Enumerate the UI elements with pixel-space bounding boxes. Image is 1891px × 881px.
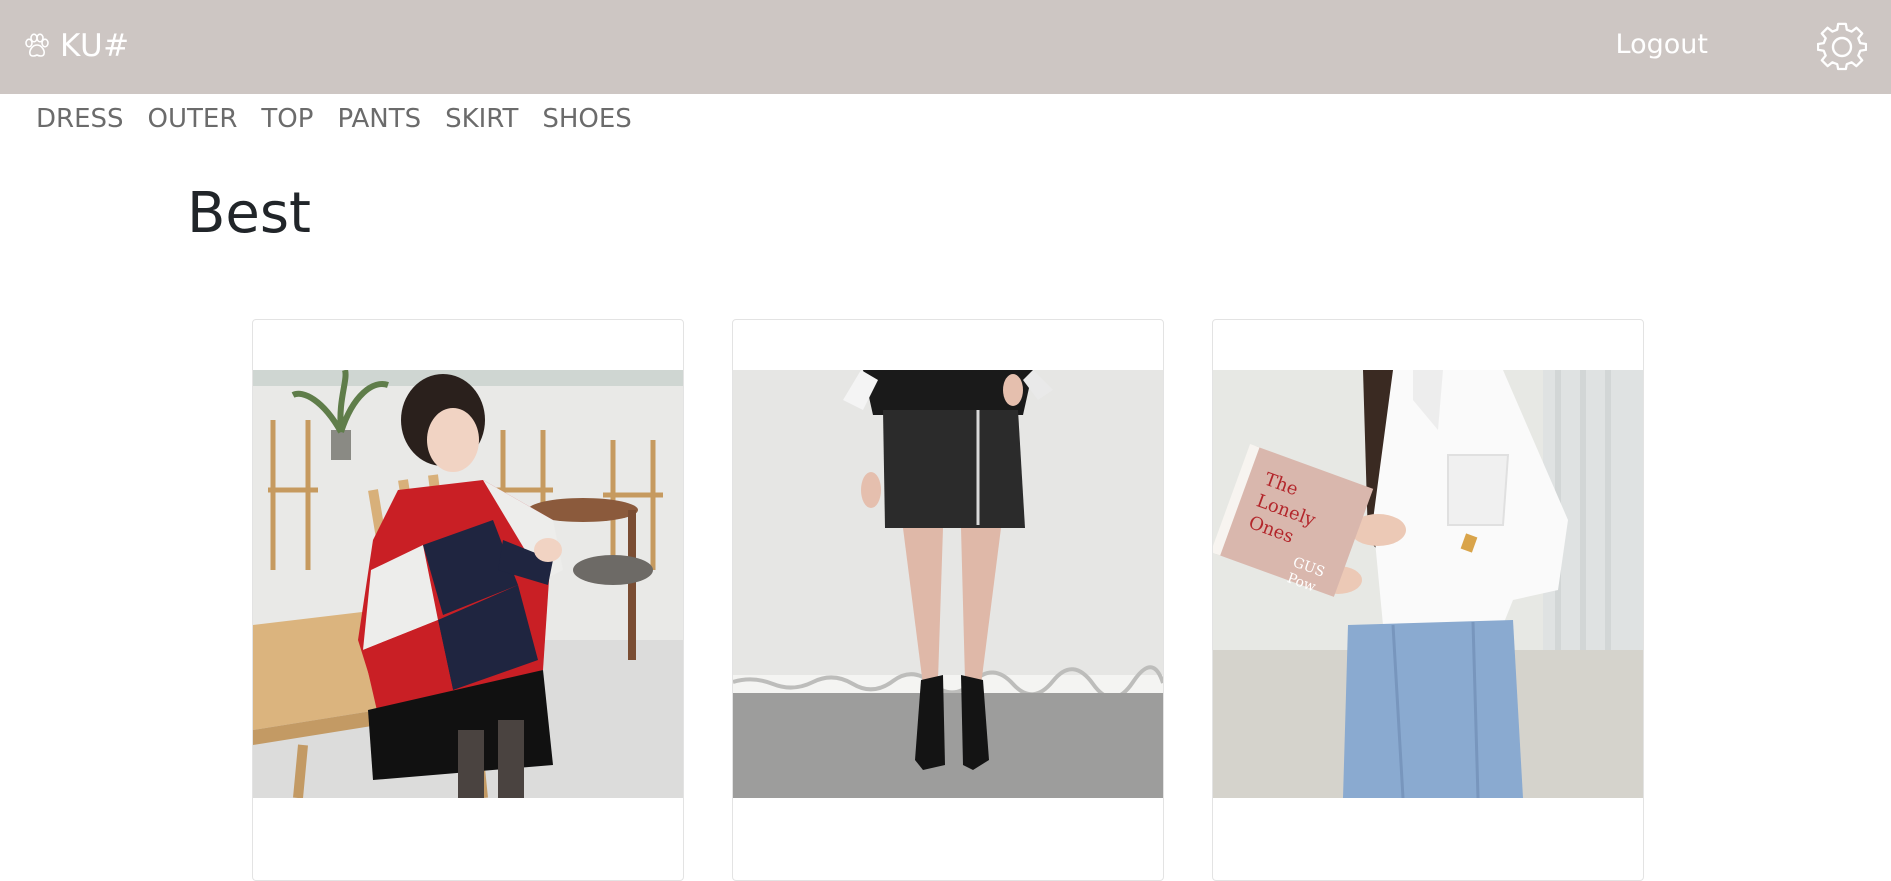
- top-bar: KU# Logout: [0, 0, 1891, 94]
- category-outer[interactable]: OUTER: [148, 104, 238, 134]
- striped-cardigan-photo: [253, 370, 683, 798]
- category-dress[interactable]: DRESS: [36, 104, 124, 134]
- product-card[interactable]: The Lonely Ones GUS Pow: [1212, 319, 1644, 881]
- product-image[interactable]: The Lonely Ones GUS Pow: [1213, 370, 1643, 798]
- category-nav: DRESS OUTER TOP PANTS SKIRT SHOES: [36, 104, 632, 134]
- category-shoes[interactable]: SHOES: [542, 104, 631, 134]
- brand-logo[interactable]: KU#: [22, 26, 130, 66]
- section-title: Best: [187, 181, 312, 246]
- gear-icon[interactable]: [1817, 22, 1867, 72]
- black-mini-skirt-photo: [733, 370, 1163, 798]
- category-top[interactable]: TOP: [261, 104, 313, 134]
- product-card[interactable]: [252, 319, 684, 881]
- logout-link[interactable]: Logout: [1616, 29, 1708, 60]
- paw-icon: [25, 33, 49, 57]
- category-pants[interactable]: PANTS: [337, 104, 421, 134]
- product-image[interactable]: [253, 370, 683, 798]
- product-image[interactable]: [733, 370, 1163, 798]
- product-card[interactable]: [732, 319, 1164, 881]
- white-shirt-photo: The Lonely Ones GUS Pow: [1213, 370, 1643, 798]
- category-skirt[interactable]: SKIRT: [445, 104, 518, 134]
- brand-name: KU#: [60, 28, 130, 64]
